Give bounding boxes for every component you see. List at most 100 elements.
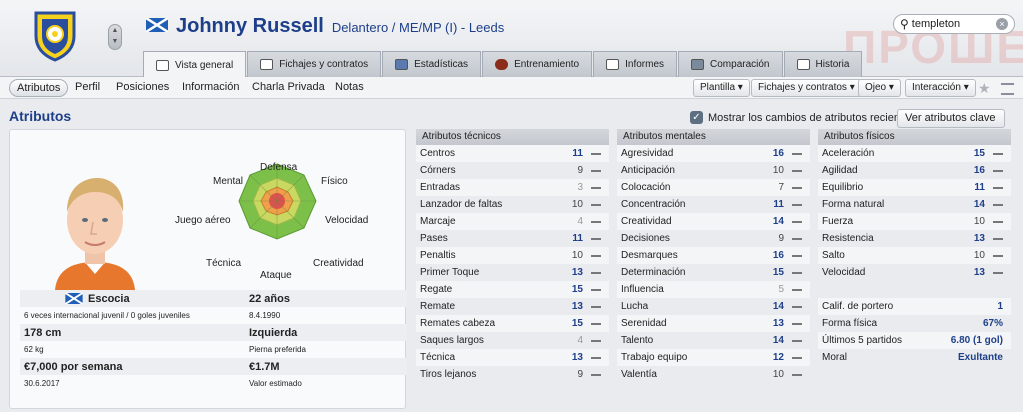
ball-icon (495, 59, 509, 70)
attribute-value: 13 (772, 318, 784, 329)
attribute-row[interactable]: Valentía 10 (617, 366, 810, 383)
attribute-row[interactable]: Forma natural 14 (818, 196, 1011, 213)
show-changes-label: Mostrar los cambios de atributos recient… (708, 111, 915, 124)
attribute-row[interactable]: Colocación 7 (617, 179, 810, 196)
subnav-attributes[interactable]: Atributos (9, 79, 69, 97)
attribute-row[interactable]: Fuerza 10 (818, 213, 1011, 230)
tab-reports[interactable]: Informes (593, 51, 678, 77)
attribute-row[interactable]: Influencia 5 (617, 281, 810, 298)
attribute-row[interactable]: Entradas 3 (416, 179, 609, 196)
attribute-value: 11 (974, 182, 985, 193)
physical-attributes-panel: Atributos físicos Aceleración 15 Agilidad 1… (818, 129, 1011, 366)
no-change-icon (591, 340, 601, 342)
tab-history[interactable]: Historia (783, 51, 863, 77)
attribute-row[interactable]: Regate 15 (416, 281, 609, 298)
player-stepper[interactable]: ▲ ▼ (108, 24, 122, 50)
attribute-row[interactable]: Talento 14 (617, 332, 810, 349)
tab-comparison[interactable]: Comparación (678, 51, 783, 77)
attribute-row[interactable]: Equilibrio 11 (818, 179, 1011, 196)
squad-dropdown[interactable]: Plantilla ▾ (693, 79, 750, 97)
attribute-row[interactable]: Resistencia 13 (818, 230, 1011, 247)
club-crest-icon[interactable] (33, 10, 77, 62)
attribute-row[interactable]: Pases 11 (416, 230, 609, 247)
attribute-row[interactable]: Salto 10 (818, 247, 1011, 264)
attribute-row[interactable]: Anticipación 10 (617, 162, 810, 179)
search-input[interactable]: ⚲ templeton × (893, 14, 1015, 34)
overview-icon (156, 59, 169, 71)
transfers-dropdown[interactable]: Fichajes y contratos ▾ (751, 79, 862, 97)
attribute-row[interactable]: Concentración 11 (617, 196, 810, 213)
nationality[interactable]: Escocia (65, 293, 130, 305)
estimated-value-label: Valor estimado (249, 379, 302, 388)
tab-label: Fichajes y contratos (279, 59, 369, 70)
attribute-value: 13 (571, 301, 583, 312)
attribute-row[interactable]: Serenidad 13 (617, 315, 810, 332)
attribute-row[interactable]: Remate 13 (416, 298, 609, 315)
no-change-icon (591, 289, 601, 291)
attribute-row[interactable]: Trabajo equipo 12 (617, 349, 810, 366)
attribute-row[interactable]: Primer Toque 13 (416, 264, 609, 281)
scout-dropdown[interactable]: Ojeo ▾ (858, 79, 901, 97)
attribute-row[interactable]: Córners 9 (416, 162, 609, 179)
attribute-row[interactable]: Moral Exultante (818, 349, 1011, 366)
radar-label-defense: Defensa (260, 162, 298, 173)
star-icon[interactable]: ★ (978, 80, 991, 97)
attribute-row[interactable]: Calif. de portero 1 (818, 298, 1011, 315)
attribute-row[interactable]: Últimos 5 partidos 6.80 (1 gol) (818, 332, 1011, 349)
tab-transfers[interactable]: Fichajes y contratos (247, 51, 382, 77)
attribute-row[interactable]: Aceleración 15 (818, 145, 1011, 162)
player-header: ПРОШЕ ▲ ▼ Johnny Russell Delantero / ME/M… (0, 0, 1023, 78)
tab-label: Historia (815, 59, 850, 70)
attribute-row[interactable]: Técnica 13 (416, 349, 609, 366)
attribute-row[interactable]: Lanzador de faltas 10 (416, 196, 609, 213)
attribute-row[interactable]: Forma física 67% (818, 315, 1011, 332)
show-changes-toggle[interactable]: ✓ Mostrar los cambios de atributos recie… (690, 111, 915, 124)
subnav-private-chat[interactable]: Charla Privada (252, 81, 325, 93)
attribute-name: Calif. de portero (822, 301, 894, 312)
attribute-row[interactable]: Creatividad 14 (617, 213, 810, 230)
tab-training[interactable]: Entrenamiento (482, 51, 593, 77)
no-change-icon (792, 357, 802, 359)
no-change-icon (792, 170, 802, 172)
attribute-row[interactable]: Marcaje 4 (416, 213, 609, 230)
interaction-dropdown[interactable]: Interacción ▾ (905, 79, 976, 97)
tab-stats[interactable]: Estadísticas (382, 51, 482, 77)
player-position-club[interactable]: Delantero / ME/MP (I) - Leeds (332, 20, 504, 35)
attribute-value: 15 (973, 148, 985, 159)
attribute-row[interactable]: Desmarques 16 (617, 247, 810, 264)
attribute-row[interactable]: Decisiones 9 (617, 230, 810, 247)
subnav-positions[interactable]: Posiciones (116, 81, 169, 93)
attribute-name: Moral (822, 352, 848, 363)
subnav-information[interactable]: Información (182, 81, 239, 93)
report-icon (606, 59, 620, 70)
attribute-row[interactable]: Centros 11 (416, 145, 609, 162)
attribute-row[interactable]: Agresividad 16 (617, 145, 810, 162)
attribute-row[interactable]: Tiros lejanos 9 (416, 366, 609, 383)
tab-label: Comparación (710, 59, 770, 70)
attribute-row[interactable]: Saques largos 4 (416, 332, 609, 349)
attribute-row[interactable]: Agilidad 16 (818, 162, 1011, 179)
attribute-row[interactable]: Velocidad 13 (818, 264, 1011, 281)
radar-label-creativity: Creatividad (313, 258, 364, 269)
key-attributes-button[interactable]: Ver atributos clave ▾ (897, 109, 1005, 141)
attribute-row[interactable]: Remates cabeza 15 (416, 315, 609, 332)
attribute-name: Serenidad (621, 318, 667, 329)
checkbox-icon[interactable]: ✓ (690, 111, 703, 124)
attribute-value: 15 (571, 284, 583, 295)
attribute-row[interactable]: Lucha 14 (617, 298, 810, 315)
attribute-name: Forma física (822, 318, 878, 329)
attribute-row[interactable]: Determinación 15 (617, 264, 810, 281)
attribute-value: 12 (772, 352, 784, 363)
list-icon[interactable] (1001, 83, 1014, 95)
preferred-foot-label: Pierna preferida (249, 345, 306, 354)
subnav-profile[interactable]: Perfil (75, 81, 100, 93)
no-change-icon (591, 238, 601, 240)
date-of-birth: 8.4.1990 (249, 311, 281, 320)
subnav-notes[interactable]: Notas (335, 81, 364, 93)
attribute-name: Remate (420, 301, 456, 312)
attribute-row[interactable]: Penaltis 10 (416, 247, 609, 264)
history-icon (796, 59, 810, 70)
player-title: Johnny Russell Delantero / ME/MP (I) - L… (146, 15, 504, 37)
clear-search-icon[interactable]: × (996, 18, 1008, 30)
tab-overview[interactable]: Vista general (143, 51, 247, 78)
